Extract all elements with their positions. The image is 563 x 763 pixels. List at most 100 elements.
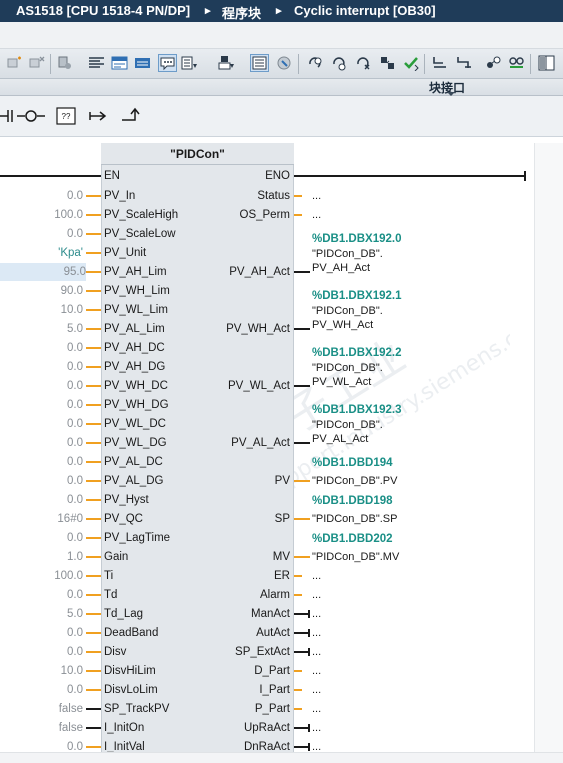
compare-icon[interactable] — [379, 55, 396, 71]
input-pin[interactable]: PV_Hyst — [104, 491, 149, 509]
tag-address[interactable]: %DB1.DBX192.2 — [312, 347, 401, 359]
unconnected-output[interactable]: ... — [312, 719, 321, 737]
output-pin-pv-al-act[interactable]: PV_AL_Act — [231, 434, 290, 452]
input-pin[interactable]: PV_AH_DG — [104, 358, 165, 376]
output-pin-pv-ah-act[interactable]: PV_AH_Act — [229, 263, 290, 281]
unconnected-output[interactable]: ... — [312, 206, 321, 224]
breadcrumb-block[interactable]: Cyclic interrupt [OB30] — [294, 3, 436, 18]
input-pin[interactable]: PV_WL_Lim — [104, 301, 168, 319]
input-pin[interactable]: PV_LagTime — [104, 529, 170, 547]
output-pin-mv[interactable]: MV — [273, 548, 290, 566]
show-comments-icon[interactable] — [158, 54, 177, 72]
unconnected-output[interactable]: ... — [312, 605, 321, 623]
en-pin[interactable]: EN — [104, 167, 120, 185]
output-pin-er[interactable]: ER — [274, 567, 290, 585]
unconnected-output[interactable]: ... — [312, 700, 321, 718]
output-pin-p-part[interactable]: P_Part — [255, 700, 290, 718]
tag-full-name[interactable]: "PIDCon_DB".SP — [312, 510, 397, 528]
input-actual-parameter[interactable]: 0.0 — [0, 491, 83, 509]
output-pin-os-perm[interactable]: OS_Perm — [240, 206, 291, 224]
modify-value-icon[interactable] — [330, 55, 347, 71]
output-pin-status[interactable]: Status — [257, 187, 290, 205]
split-editor-icon[interactable] — [538, 55, 555, 71]
breadcrumb-folder[interactable]: 程序块 — [222, 3, 261, 22]
absolute-operand-icon[interactable] — [218, 55, 235, 71]
input-pin[interactable]: PV_WH_DG — [104, 396, 169, 414]
block-name[interactable]: "PIDCon" — [101, 143, 294, 165]
network-template-icon[interactable] — [56, 55, 73, 71]
input-pin[interactable]: PV_ScaleLow — [104, 225, 176, 243]
tag-address[interactable]: %DB1.DBX192.1 — [312, 290, 401, 302]
input-pin[interactable]: PV_Unit — [104, 244, 146, 262]
unconnected-output[interactable]: ... — [312, 187, 321, 205]
open-branch-icon[interactable] — [89, 106, 109, 126]
unconnected-output[interactable]: ... — [312, 681, 321, 699]
glasses-monitor-icon[interactable] — [508, 55, 525, 71]
cross-reference-icon[interactable] — [485, 55, 502, 71]
output-pin-d-part[interactable]: D_Part — [254, 662, 290, 680]
input-actual-parameter[interactable]: 10.0 — [0, 301, 83, 319]
download-check-icon[interactable] — [403, 55, 420, 71]
unconnected-output[interactable]: ... — [312, 586, 321, 604]
output-pin-upraact[interactable]: UpRaAct — [244, 719, 290, 737]
input-actual-parameter[interactable]: 'Kpa' — [0, 244, 83, 262]
empty-box-icon[interactable]: ?? — [55, 106, 77, 126]
tag-db-name[interactable]: "PIDCon_DB". — [312, 305, 383, 317]
jump-to-next-icon[interactable] — [431, 55, 448, 71]
tag-address[interactable]: %DB1.DBX192.3 — [312, 404, 401, 416]
unconnected-output[interactable]: ... — [312, 624, 321, 642]
horizontal-scrollbar[interactable] — [0, 752, 563, 763]
unconnected-output[interactable]: ... — [312, 643, 321, 661]
close-all-networks-icon[interactable] — [111, 55, 128, 71]
input-actual-parameter[interactable]: 0.0 — [0, 396, 83, 414]
favorites-icon[interactable] — [181, 55, 198, 71]
tag-address[interactable]: %DB1.DBD198 — [312, 495, 393, 507]
tag-db-name[interactable]: "PIDCon_DB". — [312, 248, 383, 260]
output-pin-sp-extact[interactable]: SP_ExtAct — [235, 643, 290, 661]
network-comments-icon[interactable] — [134, 55, 151, 71]
tag-db-name[interactable]: "PIDCon_DB". — [312, 362, 383, 374]
tag-address[interactable]: %DB1.DBD194 — [312, 457, 393, 469]
coil-icon[interactable] — [17, 106, 45, 126]
output-pin-i-part[interactable]: I_Part — [259, 681, 290, 699]
breadcrumb-device[interactable]: AS1518 [CPU 1518-4 PN/DP] — [16, 3, 190, 18]
output-wire — [294, 594, 302, 596]
delete-network-icon[interactable] — [28, 55, 45, 71]
input-pin[interactable]: PV_WH_Lim — [104, 282, 170, 300]
input-actual-parameter[interactable]: 90.0 — [0, 282, 83, 300]
unconnected-output[interactable]: ... — [312, 567, 321, 585]
input-actual-parameter[interactable]: 0.0 — [0, 529, 83, 547]
go-to-call-icon[interactable] — [354, 55, 371, 71]
contact-no-icon[interactable] — [0, 106, 14, 126]
input-pin[interactable]: PV_AL_DC — [104, 453, 163, 471]
insert-network-icon[interactable] — [6, 55, 23, 71]
tag-db-name[interactable]: "PIDCon_DB". — [312, 419, 383, 431]
monitoring-on-icon[interactable] — [306, 55, 323, 71]
open-all-networks-icon[interactable] — [88, 55, 105, 71]
tag-address[interactable]: %DB1.DBX192.0 — [312, 233, 401, 245]
input-pin[interactable]: PV_WL_DC — [104, 415, 166, 433]
jump-to-previous-icon[interactable] — [455, 55, 472, 71]
output-pin-autact[interactable]: AutAct — [256, 624, 290, 642]
input-actual-parameter[interactable]: 0.0 — [0, 339, 83, 357]
output-pin-pv-wh-act[interactable]: PV_WH_Act — [226, 320, 290, 338]
close-branch-icon[interactable] — [121, 106, 143, 126]
tag-address[interactable]: %DB1.DBD202 — [312, 533, 393, 545]
input-pin[interactable]: PV_AH_DC — [104, 339, 165, 357]
output-pin-pv-wl-act[interactable]: PV_WL_Act — [228, 377, 290, 395]
show-operand-info-icon[interactable] — [250, 54, 269, 72]
input-actual-parameter[interactable]: 0.0 — [0, 358, 83, 376]
tag-full-name[interactable]: "PIDCon_DB".MV — [312, 548, 399, 566]
input-actual-parameter[interactable]: 0.0 — [0, 225, 83, 243]
input-actual-parameter[interactable]: 0.0 — [0, 415, 83, 433]
output-pin-pv[interactable]: PV — [275, 472, 290, 490]
eno-pin[interactable]: ENO — [265, 167, 290, 185]
output-pin-alarm[interactable]: Alarm — [260, 586, 290, 604]
block-interface-bar[interactable]: 块接口 — [0, 79, 563, 96]
tag-information-icon[interactable] — [276, 55, 293, 71]
unconnected-output[interactable]: ... — [312, 662, 321, 680]
output-pin-manact[interactable]: ManAct — [251, 605, 290, 623]
output-pin-sp[interactable]: SP — [275, 510, 290, 528]
input-actual-parameter[interactable]: 0.0 — [0, 453, 83, 471]
tag-full-name[interactable]: "PIDCon_DB".PV — [312, 472, 397, 490]
